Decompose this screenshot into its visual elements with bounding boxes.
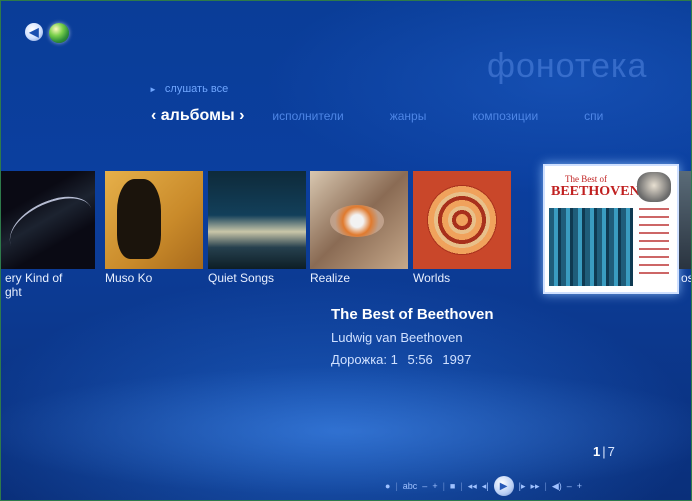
tab-albums[interactable]: ‹ альбомы › [151,107,244,125]
album-cover[interactable] [208,171,306,269]
album-caption: os [681,271,691,285]
cover-art-wave [1,188,101,266]
cover-art-disc [330,205,384,237]
divider: | [460,481,463,491]
album-cover[interactable] [105,171,203,269]
cover-art-portrait [637,172,671,202]
fast-forward-icon[interactable]: ▸▸ [530,481,539,492]
page-total: 7 [607,444,615,459]
track-duration: 5:56 [407,352,433,367]
category-nav: ‹ альбомы › исполнители жанры композиции… [151,107,649,125]
album-track-info: Дорожка: 1 5:56 1997 [331,352,494,367]
album-caption-line: ght [5,285,22,299]
album-cover[interactable] [310,171,408,269]
channel-up-button[interactable]: + [432,481,437,491]
album-cover[interactable] [679,171,691,269]
stop-icon[interactable]: ■ [450,481,455,491]
volume-down-button[interactable]: – [567,481,572,491]
page-title: фонотека [487,47,648,85]
cover-art-forest [549,208,633,286]
next-track-icon[interactable]: |▸ [519,481,526,492]
tab-playlists[interactable]: спи [584,109,603,123]
album-caption-line: ery Kind of [5,271,63,285]
album-title: The Best of Beethoven [331,306,494,323]
album-caption: ery Kind of ght [5,271,62,299]
tab-artists[interactable]: исполнители [272,109,343,123]
album-strip: ery Kind of ght Muso Ko Quiet Songs Reali… [1,164,691,299]
rewind-icon[interactable]: ◂◂ [468,481,477,492]
volume-up-button[interactable]: + [577,481,582,491]
cover-text: The Best of [565,174,607,184]
guide-button[interactable]: abc [403,481,418,491]
divider: | [395,481,398,491]
cover-art-silhouette [117,179,161,259]
page-counter: 1 | 7 [593,444,615,459]
album-artist: Ludwig van Beethoven [331,330,463,345]
play-all-label: слушать все [164,83,229,95]
tab-songs[interactable]: композиции [472,109,538,123]
album-caption: Quiet Songs [208,271,275,285]
record-icon[interactable]: ● [385,481,390,491]
page-separator: | [602,444,606,459]
background-swoosh [1,361,691,500]
album-caption: Realize [310,271,351,285]
tab-genres[interactable]: жанры [390,109,427,123]
mute-icon[interactable]: ◀) [552,481,562,492]
top-icons: ◀ [25,23,69,43]
divider: | [544,481,547,491]
channel-down-button[interactable]: – [422,481,427,491]
previous-track-icon[interactable]: ◂| [482,481,489,492]
album-cover[interactable] [413,171,511,269]
cover-art-mandala [427,185,497,255]
play-triangle-icon: ► [149,85,157,94]
back-arrow-icon[interactable]: ◀ [25,23,43,41]
album-caption: Muso Ko [105,271,153,285]
media-center-window: ◀ фонотека ► слушать все ‹ альбомы › испо… [0,0,692,501]
album-details: The Best of Beethoven Ludwig van Beethov… [331,306,494,367]
play-icon[interactable]: ▶ [493,476,514,496]
play-all-link[interactable]: ► слушать все [149,83,228,95]
page-current: 1 [593,444,601,459]
cover-art-tracklist [639,208,669,278]
album-year: 1997 [442,352,472,367]
divider: | [442,481,445,491]
transport-controls: ● | abc – + | ■ | ◂◂ ◂| ▶ |▸ ▸▸ | ◀) – + [385,475,582,497]
track-label: Дорожка: 1 [331,352,398,367]
cover-text: BEETHOVEN [551,184,640,199]
windows-logo-icon[interactable] [49,23,69,43]
album-caption: Worlds [413,271,451,285]
selected-album-cover[interactable]: The Best of BEETHOVEN [543,164,679,294]
album-cover[interactable] [1,171,101,269]
